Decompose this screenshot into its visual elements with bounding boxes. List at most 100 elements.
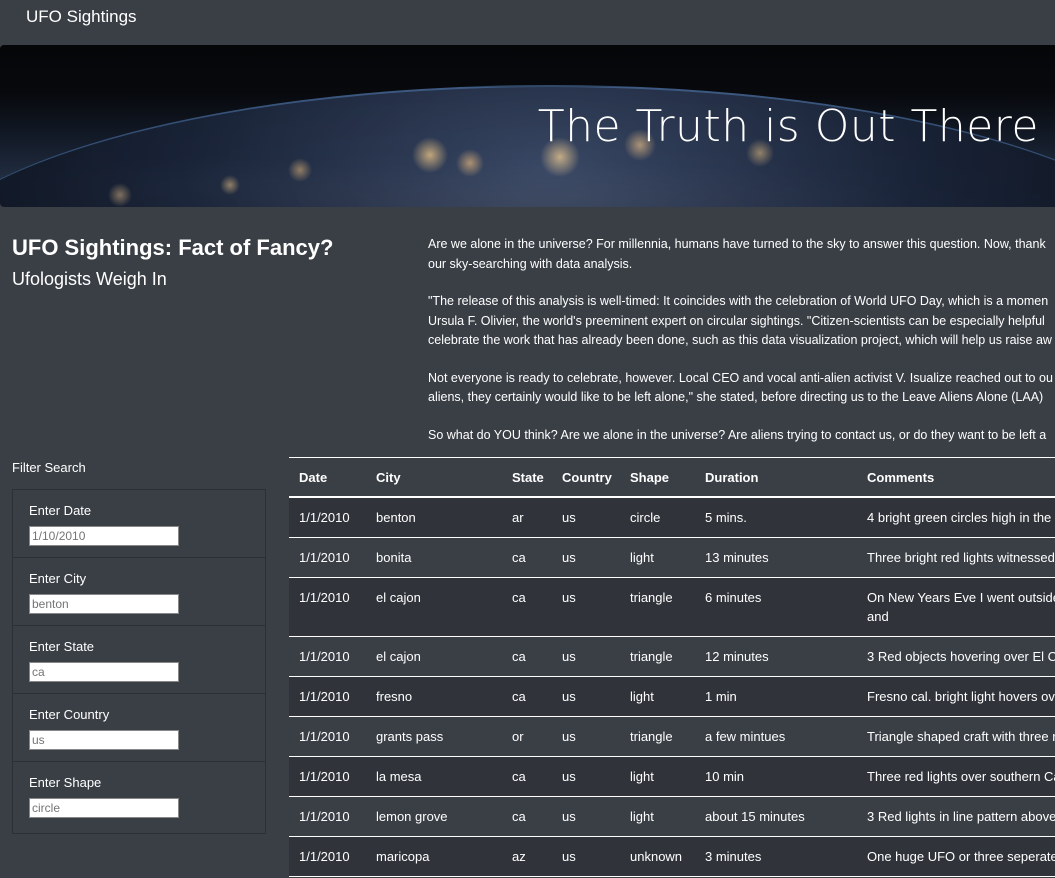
table-row: 1/1/2010 maricopa az us unknown 3 minutes One … <box>289 836 1055 877</box>
filter-panel: Enter Date Enter City Enter State Enter … <box>12 489 266 834</box>
hero-banner: The Truth is Out There <box>0 45 1055 207</box>
filter-item-country: Enter Country <box>13 694 265 762</box>
cell-city: el cajon <box>366 636 502 677</box>
cell-shape: light <box>620 756 695 797</box>
cell-duration: 1 min <box>695 676 857 717</box>
cell-duration: 3 minutes <box>695 836 857 877</box>
cell-date: 1/1/2010 <box>289 756 366 797</box>
date-input[interactable] <box>29 526 179 546</box>
header-comments: Comments <box>857 457 1055 498</box>
ufo-table-container: Date City State Country Shape Duration C… <box>289 457 1055 878</box>
shape-input[interactable] <box>29 798 179 818</box>
cell-state: ca <box>502 756 552 797</box>
cell-state: az <box>502 836 552 877</box>
table-header-row: Date City State Country Shape Duration C… <box>289 457 1055 498</box>
cell-state: ar <box>502 497 552 538</box>
cell-duration: a few mintues <box>695 716 857 757</box>
table-row: 1/1/2010 el cajon ca us triangle 6 minutes On … <box>289 577 1055 637</box>
cell-country: us <box>552 716 620 757</box>
cell-state: ca <box>502 577 552 637</box>
cell-city: el cajon <box>366 577 502 637</box>
article-paragraph: our sky-searching with data analysis. <box>428 256 633 271</box>
cell-duration: about 15 minutes <box>695 796 857 837</box>
cell-city: grants pass <box>366 716 502 757</box>
cell-date: 1/1/2010 <box>289 636 366 677</box>
table-row: 1/1/2010 el cajon ca us triangle 12 minutes 3 … <box>289 636 1055 677</box>
cell-date: 1/1/2010 <box>289 577 366 637</box>
article-body: Are we alone in the universe? For millen… <box>428 235 1055 463</box>
cell-duration: 5 mins. <box>695 497 857 538</box>
city-label: Enter City <box>29 571 87 586</box>
hero-title: The Truth is Out There <box>537 101 1039 152</box>
cell-city: bonita <box>366 537 502 578</box>
cell-country: us <box>552 796 620 837</box>
brand-link[interactable]: UFO Sightings <box>26 7 137 27</box>
state-input[interactable] <box>29 662 179 682</box>
country-label: Enter Country <box>29 707 110 722</box>
article-headline: UFO Sightings: Fact of Fancy? Ufologists… <box>12 234 412 295</box>
country-input[interactable] <box>29 730 179 750</box>
cell-shape: triangle <box>620 636 695 677</box>
cell-city: benton <box>366 497 502 538</box>
cell-city: la mesa <box>366 756 502 797</box>
cell-country: us <box>552 497 620 538</box>
article-paragraph: celebrate the work that has already been… <box>428 333 1052 347</box>
article-paragraph: Ursula F. Olivier, the world's preeminen… <box>428 313 1045 328</box>
cell-comments: Fresno cal. bright light hovers ove <box>857 676 1055 717</box>
table-body: 1/1/2010 benton ar us circle 5 mins. 4 bright … <box>289 497 1055 877</box>
cell-duration: 6 minutes <box>695 577 857 637</box>
cell-state: ca <box>502 636 552 677</box>
cell-comments: Three red lights over southern Ca <box>857 756 1055 797</box>
cell-city: maricopa <box>366 836 502 877</box>
date-label: Enter Date <box>29 503 92 518</box>
article-paragraph: Not everyone is ready to celebrate, howe… <box>428 370 1053 385</box>
table-row: 1/1/2010 lemon grove ca us light about 15 min… <box>289 796 1055 837</box>
cell-city: fresno <box>366 676 502 717</box>
header-city: City <box>366 457 502 498</box>
cell-shape: circle <box>620 497 695 538</box>
table-row: 1/1/2010 benton ar us circle 5 mins. 4 bright … <box>289 497 1055 538</box>
table-row: 1/1/2010 la mesa ca us light 10 min Three red … <box>289 756 1055 797</box>
cell-comments: Triangle shaped craft with three r <box>857 716 1055 757</box>
cell-date: 1/1/2010 <box>289 676 366 717</box>
cell-date: 1/1/2010 <box>289 537 366 578</box>
cell-shape: triangle <box>620 577 695 637</box>
cell-country: us <box>552 537 620 578</box>
city-input[interactable] <box>29 594 179 614</box>
cell-state: ca <box>502 796 552 837</box>
header-state: State <box>502 457 552 498</box>
header-date: Date <box>289 457 366 498</box>
cell-comments: Three bright red lights witnessed <box>857 537 1055 578</box>
cell-state: ca <box>502 537 552 578</box>
cell-country: us <box>552 756 620 797</box>
cell-comments: 3 Red objects hovering over El Ca <box>857 636 1055 677</box>
cell-shape: light <box>620 537 695 578</box>
cell-shape: triangle <box>620 716 695 757</box>
article-paragraph: aliens, they certainly would like to be … <box>428 390 1044 404</box>
cell-state: or <box>502 716 552 757</box>
filter-item-city: Enter City <box>13 558 265 626</box>
cell-comments: 3 Red lights in line pattern above <box>857 796 1055 837</box>
cell-date: 1/1/2010 <box>289 497 366 538</box>
cell-country: us <box>552 577 620 637</box>
ufo-table: Date City State Country Shape Duration C… <box>289 457 1055 877</box>
shape-label: Enter Shape <box>29 775 102 790</box>
headline-subtitle: Ufologists Weigh In <box>12 269 167 289</box>
cell-date: 1/1/2010 <box>289 716 366 757</box>
headline-title: UFO Sightings: Fact of Fancy? <box>12 235 334 260</box>
filter-item-shape: Enter Shape <box>13 762 265 829</box>
header-country: Country <box>552 457 620 498</box>
filter-item-state: Enter State <box>13 626 265 694</box>
article-paragraph: Are we alone in the universe? For millen… <box>428 237 1046 251</box>
navbar: UFO Sightings <box>0 0 1055 36</box>
table-row: 1/1/2010 grants pass or us triangle a few min… <box>289 716 1055 757</box>
table-row: 1/1/2010 fresno ca us light 1 min Fresno cal. … <box>289 676 1055 717</box>
cell-country: us <box>552 676 620 717</box>
header-shape: Shape <box>620 457 695 498</box>
header-duration: Duration <box>695 457 857 498</box>
cell-date: 1/1/2010 <box>289 836 366 877</box>
cell-country: us <box>552 836 620 877</box>
cell-city: lemon grove <box>366 796 502 837</box>
cell-state: ca <box>502 676 552 717</box>
cell-duration: 13 minutes <box>695 537 857 578</box>
